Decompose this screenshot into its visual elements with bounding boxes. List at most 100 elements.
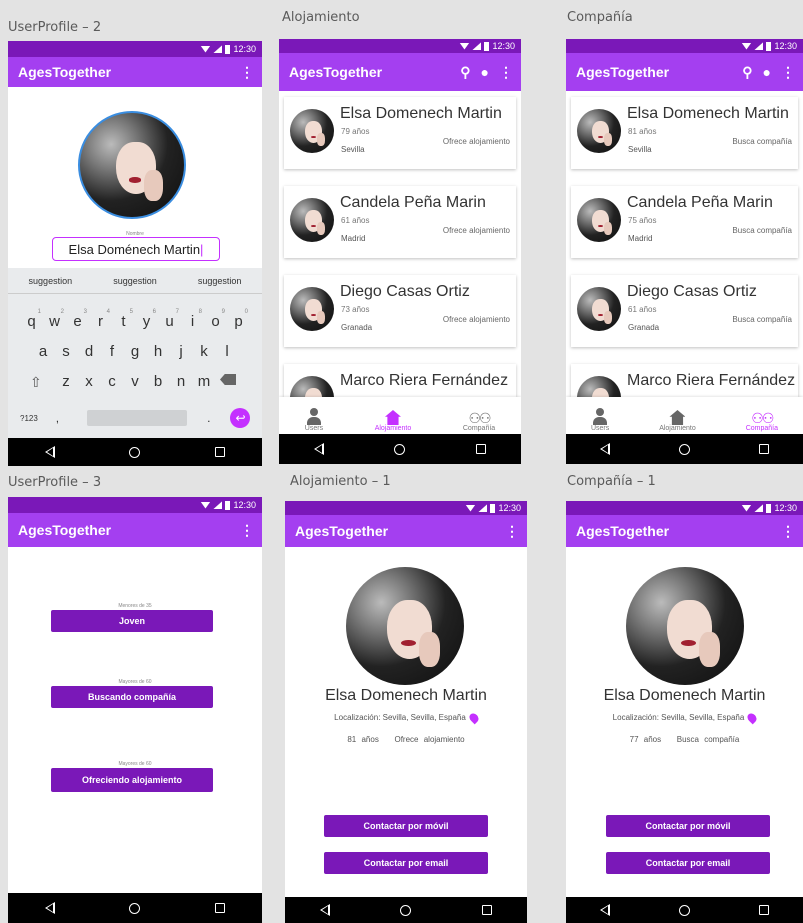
home-icon[interactable] [129,902,141,914]
kebab-menu-icon[interactable]: ⋮ [505,524,519,538]
key-p[interactable]: p0 [227,309,250,330]
user-card[interactable]: Elsa Domenech Martin 81 años Sevilla Busca … [571,97,798,169]
status-time: 12:30 [774,41,797,51]
suggestion-1[interactable]: suggestion [29,276,73,286]
key-a[interactable]: a [32,343,55,360]
kebab-menu-icon[interactable]: ⋮ [499,65,513,79]
profile-type: Ofrece alojamiento [394,735,465,744]
back-icon[interactable] [45,446,56,458]
home-icon[interactable] [678,904,690,916]
key-u[interactable]: u7 [158,309,181,330]
key-t[interactable]: t5 [112,309,135,330]
user-city: Granada [341,323,373,332]
wifi-icon [200,45,211,53]
key-x[interactable]: x [78,373,101,390]
key-e[interactable]: e3 [66,309,89,330]
bottom-nav-compania[interactable]: ⚇⚇ Compañía [746,407,778,432]
key-n[interactable]: n [170,373,193,390]
recent-apps-icon[interactable] [214,903,225,913]
house-icon [384,410,401,425]
back-icon[interactable] [600,443,611,455]
back-icon[interactable] [314,443,325,455]
kebab-menu-icon[interactable]: ⋮ [781,65,795,79]
bottom-nav-users[interactable]: Users [305,407,323,432]
option-ofreciendo-alojamiento-button[interactable]: Ofreciendo alojamiento [51,768,213,792]
comma-key[interactable]: , [56,411,59,425]
key-s[interactable]: s [55,343,78,360]
key-l[interactable]: l [216,343,239,360]
recent-apps-icon[interactable] [758,905,769,915]
kebab-menu-icon[interactable]: ⋮ [240,65,254,79]
key-h[interactable]: h [147,343,170,360]
symbols-key[interactable]: ?123 [20,414,38,423]
enter-key[interactable]: ↩ [230,408,251,428]
option-buscando-compania-button[interactable]: Buscando compañía [51,686,213,708]
avatar [290,287,334,331]
search-icon[interactable]: ⚲ [460,64,470,81]
shift-icon[interactable]: ⇧ [30,374,42,391]
user-type: Ofrece alojamiento [442,315,510,324]
bottom-nav-alojamiento[interactable]: Alojamiento [375,407,411,432]
bottom-nav-users[interactable]: Users [591,407,609,432]
bottom-nav-users-label: Users [590,425,610,432]
key-q[interactable]: q1 [20,309,43,330]
bottom-nav-alojamiento[interactable]: Alojamiento [659,407,696,432]
recent-apps-icon[interactable] [214,447,225,457]
contact-email-button[interactable]: Contactar por email [324,852,488,874]
user-city: Granada [628,323,660,332]
home-icon[interactable] [678,443,690,455]
avatar[interactable] [78,111,186,219]
contact-email-button[interactable]: Contactar por email [606,852,770,874]
phone-compania: 12:30 AgesTogether ⚲ ● ⋮ Elsa Domenech M… [566,39,803,464]
user-card[interactable]: Candela Peña Marin 61 años Madrid Ofrece al… [284,186,516,258]
key-k[interactable]: k [193,343,216,360]
bottom-nav-compania[interactable]: ⚇⚇ Compañía [463,407,495,432]
search-icon[interactable]: ⚲ [742,64,752,81]
suggestion-3[interactable]: suggestion [198,276,242,286]
key-z[interactable]: z [55,373,78,390]
key-o[interactable]: o9 [204,309,227,330]
key-c[interactable]: c [101,373,124,390]
contact-phone-button[interactable]: Contactar por móvil [324,815,488,837]
period-key[interactable]: . [207,411,210,425]
space-key[interactable] [87,410,188,426]
back-icon[interactable] [45,902,56,914]
recent-apps-icon[interactable] [475,444,486,454]
kebab-menu-icon[interactable]: ⋮ [781,524,795,538]
key-f[interactable]: f [101,343,124,360]
option-joven-button[interactable]: Joven [51,610,213,632]
key-b[interactable]: b [147,373,170,390]
user-card[interactable]: Candela Peña Marin 75 años Madrid Busca com… [571,186,798,258]
key-g[interactable]: g [124,343,147,360]
recent-apps-icon[interactable] [481,905,492,915]
phone-alojamiento-detail: 12:30 AgesTogether ⋮ Elsa Domenech Marti… [285,501,527,923]
home-icon[interactable] [394,443,406,455]
user-card[interactable]: Elsa Domenech Martin 79 años Sevilla Ofrece… [284,97,516,169]
back-icon[interactable] [600,904,611,916]
user-card[interactable]: Diego Casas Ortiz 61 años Granada Busca com… [571,275,798,347]
key-i[interactable]: i8 [181,309,204,330]
app-bar: AgesTogether ⋮ [8,513,262,547]
key-r[interactable]: r4 [89,309,112,330]
app-title: AgesTogether [576,64,670,80]
contact-phone-button[interactable]: Contactar por móvil [606,815,770,837]
key-y[interactable]: y6 [135,309,158,330]
kebab-menu-icon[interactable]: ⋮ [240,523,254,537]
user-card[interactable]: Diego Casas Ortiz 73 años Granada Ofrece al… [284,275,516,347]
key-d[interactable]: d [78,343,101,360]
key-m[interactable]: m [193,373,216,390]
home-icon[interactable] [400,904,412,916]
status-bar: 12:30 [566,39,803,53]
name-input[interactable]: Elsa Doménech Martin | [52,237,220,261]
person-icon[interactable]: ● [763,64,771,80]
home-icon[interactable] [129,446,141,458]
user-card[interactable]: Marco Riera Fernández [571,364,798,397]
key-j[interactable]: j [170,343,193,360]
key-w[interactable]: w2 [43,309,66,330]
user-card[interactable]: Marco Riera Fernández [284,364,516,397]
recent-apps-icon[interactable] [758,444,769,454]
key-v[interactable]: v [124,373,147,390]
suggestion-2[interactable]: suggestion [113,276,157,286]
back-icon[interactable] [320,904,331,916]
person-icon[interactable]: ● [481,64,489,80]
